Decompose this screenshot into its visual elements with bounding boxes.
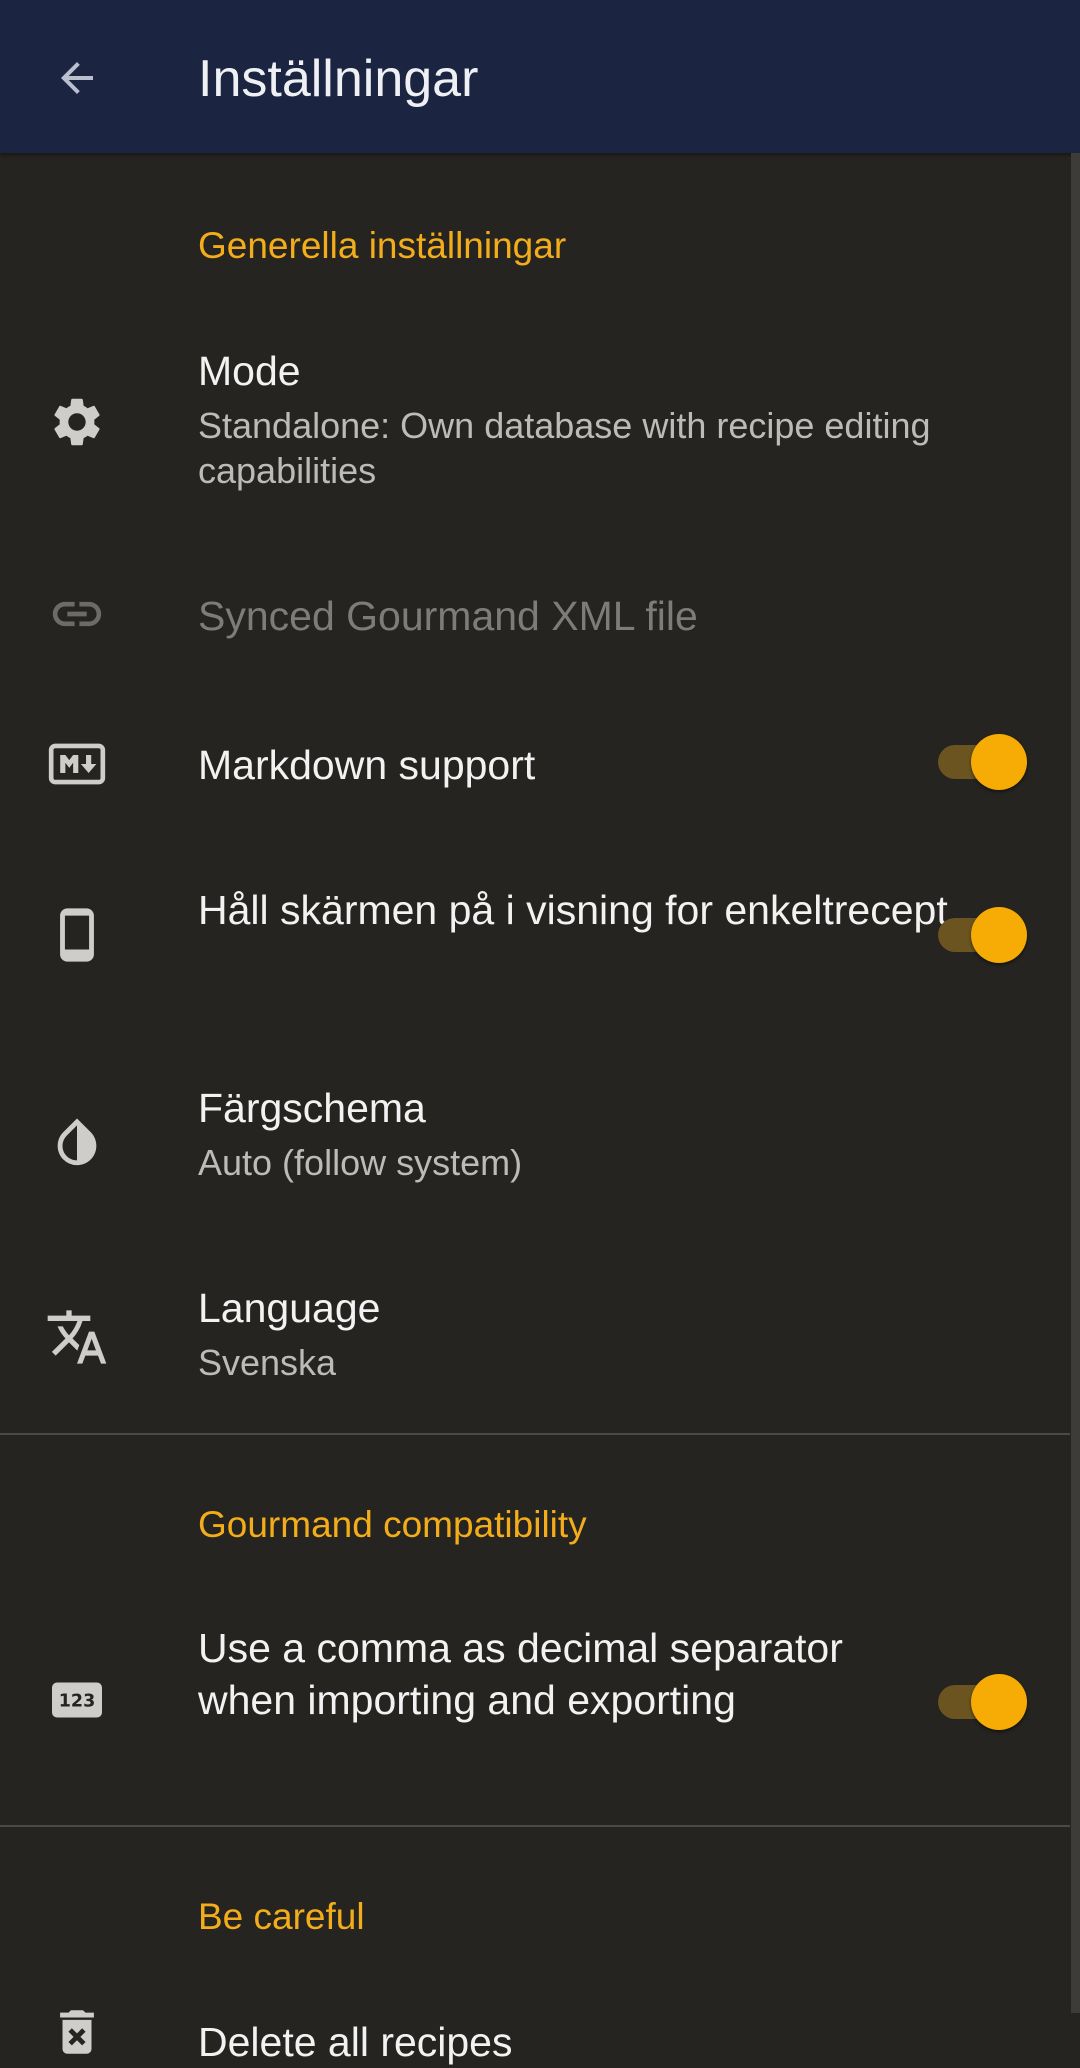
setting-markdown[interactable]: Markdown support xyxy=(0,700,1070,830)
setting-title: Delete all recipes xyxy=(198,2019,513,2065)
setting-color-scheme[interactable]: Färgschema Auto (follow system) xyxy=(0,1060,1070,1220)
numbers-icon: 123 xyxy=(45,1668,109,1732)
setting-keep-screen-on[interactable]: Håll skärmen på i visning for enkeltrece… xyxy=(0,860,1070,1010)
setting-title: Markdown support xyxy=(198,742,536,788)
setting-title: Synced Gourmand XML file xyxy=(198,593,698,639)
setting-synced-file: Synced Gourmand XML file xyxy=(0,560,1070,670)
section-header-gourmand: Gourmand compatibility xyxy=(198,1504,587,1545)
setting-summary: Standalone: Own database with recipe edi… xyxy=(198,405,931,491)
section-divider xyxy=(0,1825,1070,1827)
setting-title: Håll skärmen på i visning for enkeltrece… xyxy=(198,887,948,933)
switch-thumb xyxy=(971,1674,1027,1730)
contrast-icon xyxy=(45,1110,109,1174)
section-header-general: Generella inställningar xyxy=(198,225,567,266)
translate-icon xyxy=(45,1305,109,1369)
markdown-icon xyxy=(45,732,109,796)
app-bar: Inställningar xyxy=(0,0,1080,153)
svg-text:123: 123 xyxy=(59,1692,96,1712)
section-divider xyxy=(0,1433,1070,1435)
gear-icon xyxy=(45,390,109,454)
switch-thumb xyxy=(971,907,1027,963)
keep-screen-on-switch[interactable] xyxy=(936,904,1028,964)
phone-icon xyxy=(45,903,109,967)
decimal-comma-switch[interactable] xyxy=(936,1671,1028,1731)
setting-language[interactable]: Language Svenska xyxy=(0,1260,1070,1420)
markdown-switch[interactable] xyxy=(936,731,1028,791)
scrollbar[interactable] xyxy=(1071,153,1080,2013)
arrow-back-icon xyxy=(61,62,93,94)
setting-title: Mode xyxy=(198,348,301,394)
section-header-careful: Be careful xyxy=(198,1896,365,1937)
setting-delete-all[interactable]: Delete all recipes xyxy=(0,1990,1070,2065)
page-title: Inställningar xyxy=(198,50,479,108)
setting-summary: Auto (follow system) xyxy=(198,1142,523,1183)
link-icon xyxy=(45,582,109,646)
setting-mode[interactable]: Mode Standalone: Own database with recip… xyxy=(0,330,1070,520)
back-button[interactable] xyxy=(46,47,108,109)
setting-title: Färgschema xyxy=(198,1085,426,1131)
setting-title: Language xyxy=(198,1285,381,1331)
setting-decimal-comma[interactable]: 123 Use a comma as decimal separator whe… xyxy=(0,1610,1070,1790)
setting-title: Use a comma as decimal separator when im… xyxy=(198,1625,843,1723)
switch-thumb xyxy=(971,734,1027,790)
delete-icon xyxy=(45,2000,109,2064)
setting-summary: Svenska xyxy=(198,1342,337,1383)
